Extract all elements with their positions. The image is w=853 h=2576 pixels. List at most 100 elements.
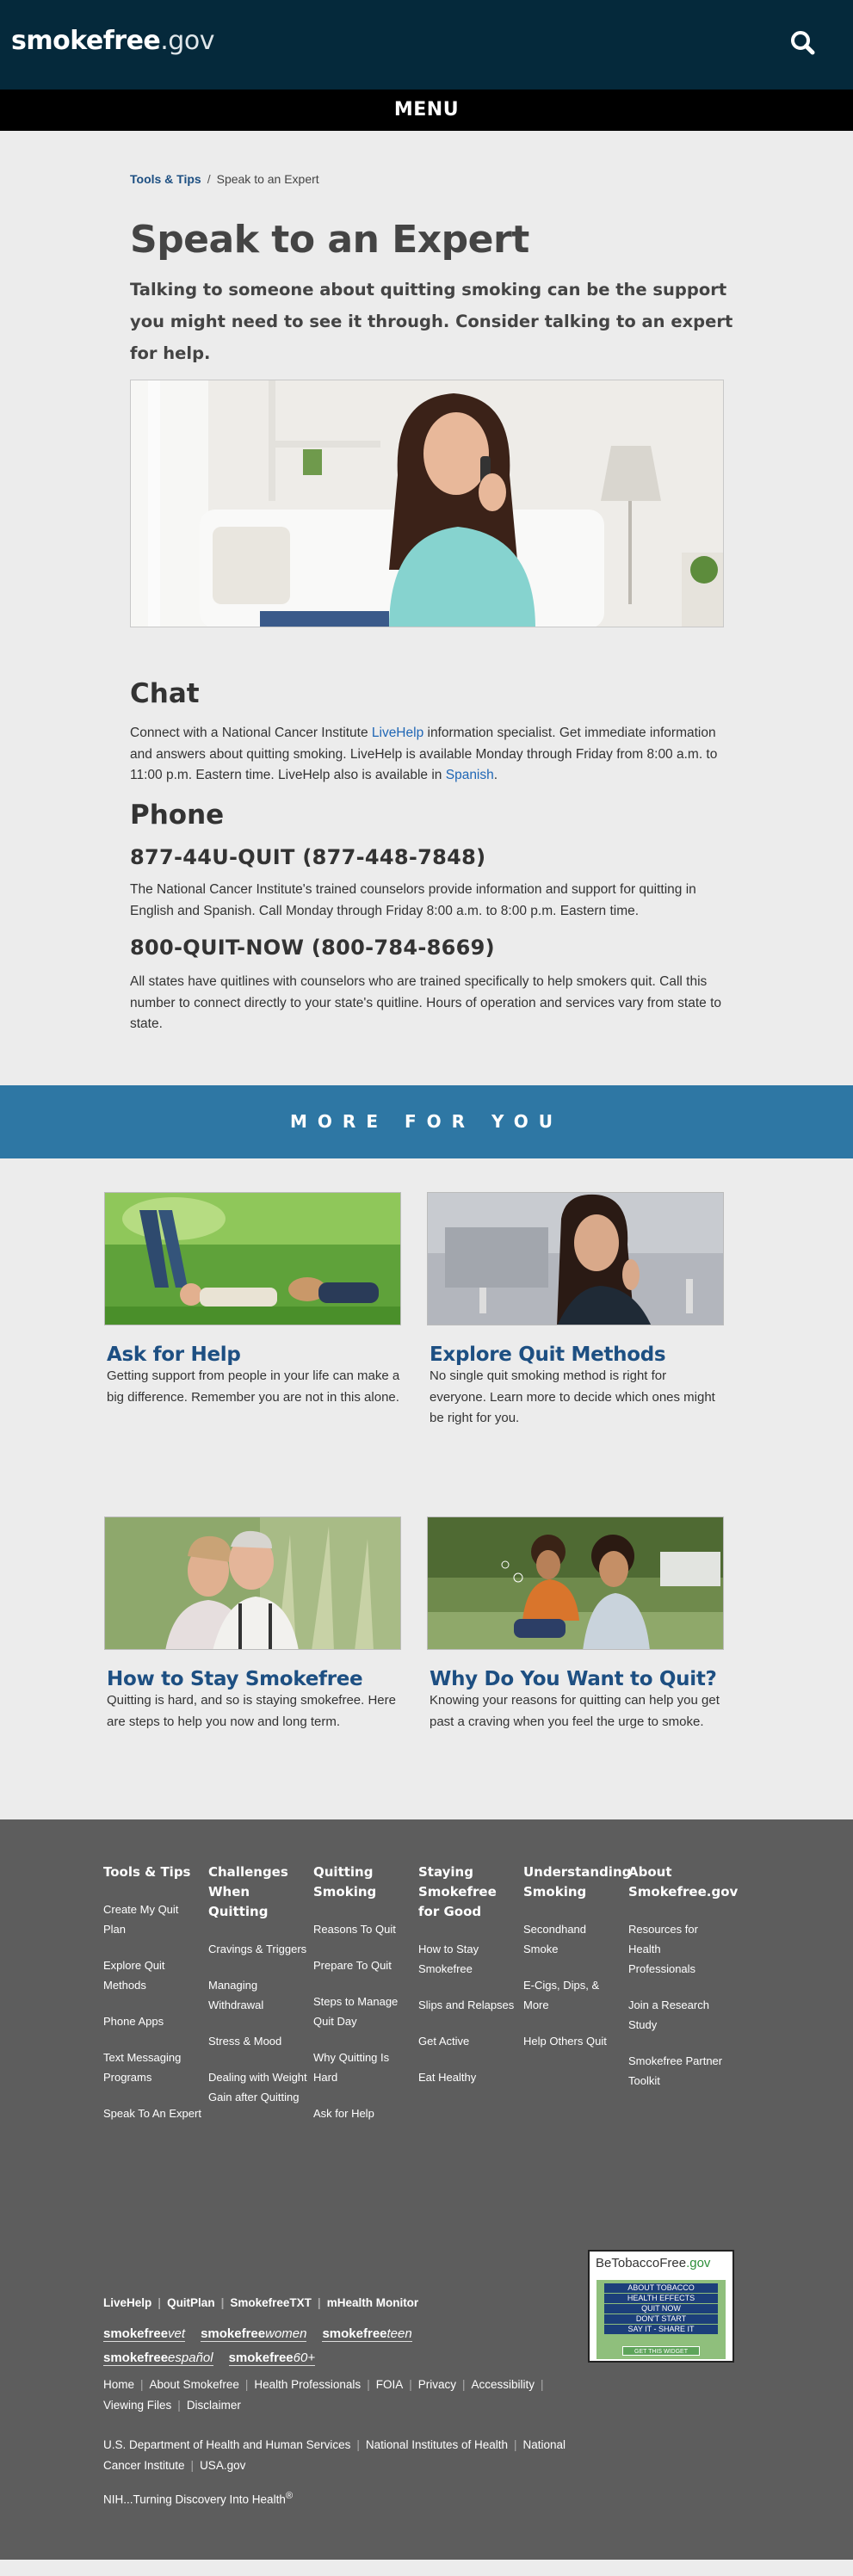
card-ask-for-help[interactable]: Ask for Help Getting support from people… [104, 1192, 401, 1408]
footer-gov-link[interactable]: National Institutes of Health [366, 2438, 508, 2451]
footer-link[interactable]: Stress & Mood [208, 2031, 307, 2051]
footer-site-link[interactable]: Privacy [418, 2378, 456, 2391]
footer-site-link[interactable]: Home [103, 2378, 134, 2391]
menu-button[interactable]: MENU [0, 90, 853, 131]
footer-link[interactable]: Speak To An Expert [103, 2103, 202, 2123]
footer-column-heading: Understanding Smoking [523, 1864, 632, 1900]
footer-link[interactable]: Secondhand Smoke [523, 1919, 622, 1959]
card-how-to-stay-smokefree[interactable]: How to Stay Smokefree Quitting is hard, … [104, 1517, 401, 1733]
footer-tagline: NIH...Turning Discovery Into Health® [103, 2491, 293, 2506]
card-description: Getting support from people in your life… [107, 1368, 400, 1405]
footer-link[interactable]: Why Quitting Is Hard [313, 2048, 412, 2087]
brand-suffix: women [265, 2326, 307, 2341]
footer-column-heading: Challenges When Quitting [208, 1864, 288, 1919]
card-title[interactable]: How to Stay Smokefree [107, 1668, 401, 1690]
card-image-mother-and-child [427, 1517, 724, 1650]
footer-site-link[interactable]: About Smokefree [150, 2378, 239, 2391]
footer-link[interactable]: Steps to Manage Quit Day [313, 1992, 412, 2031]
footer-link[interactable]: Phone Apps [103, 2011, 202, 2031]
footer-column-about: About Smokefree.gov Resources for Health… [628, 1863, 739, 2107]
brand-smokefree-teen[interactable]: smokefreeteen [322, 2326, 412, 2342]
footer-gov-link[interactable]: U.S. Department of Health and Human Serv… [103, 2438, 350, 2451]
brand-main: smokefree [103, 2351, 169, 2365]
footer-site-link[interactable]: Health Professionals [254, 2378, 361, 2391]
breadcrumb-current: Speak to an Expert [216, 172, 319, 186]
footer-site-links: Home | About Smokefree | Health Professional… [103, 2378, 544, 2412]
footer-brand-links: smokefreevet smokefreewomen smokefreeteen [103, 2326, 428, 2342]
phone-number-quit-now[interactable]: 800-QUIT-NOW (800-784-8669) [130, 936, 495, 960]
brand-smokefree-espanol[interactable]: smokefreeespañol [103, 2351, 213, 2366]
brand-smokefree-women[interactable]: smokefreewomen [201, 2326, 307, 2342]
card-title[interactable]: Ask for Help [107, 1344, 401, 1366]
brand-suffix: 60+ [293, 2351, 316, 2365]
widget-title-suffix: .gov [686, 2256, 711, 2270]
footer-link[interactable]: Text Messaging Programs [103, 2048, 202, 2087]
footer-link[interactable]: Join a Research Study [628, 1995, 727, 2035]
footer-site-link[interactable]: Accessibility [472, 2378, 535, 2391]
card-description: No single quit smoking method is right f… [430, 1368, 715, 1425]
footer-link[interactable]: Slips and Relapses [418, 1995, 517, 2015]
footer-program-link[interactable]: QuitPlan [167, 2296, 215, 2309]
footer-link[interactable]: How to Stay Smokefree [418, 1939, 517, 1979]
footer-link[interactable]: Help Others Quit [523, 2031, 622, 2051]
footer-link[interactable]: Get Active [418, 2031, 517, 2051]
footer-link[interactable]: Reasons To Quit [313, 1919, 412, 1939]
footer-site-link[interactable]: Disclaimer [187, 2399, 241, 2412]
widget-link[interactable]: SAY IT - SHARE IT [604, 2325, 718, 2334]
footer-link[interactable]: Create My Quit Plan [103, 1900, 202, 1939]
footer-program-link[interactable]: SmokefreeTXT [230, 2296, 312, 2309]
brand-main: smokefree [322, 2326, 387, 2341]
footer-link[interactable]: Eat Healthy [418, 2067, 517, 2087]
card-description: Knowing your reasons for quitting can he… [430, 1693, 720, 1729]
card-why-quit[interactable]: Why Do You Want to Quit? Knowing your re… [427, 1517, 724, 1733]
betobaccofree-widget[interactable]: BeTobaccoFree.gov ABOUT TOBACCO HEALTH E… [588, 2250, 734, 2363]
card-image-kids-on-grass [104, 1192, 401, 1325]
breadcrumb-tools-tips[interactable]: Tools & Tips [130, 172, 201, 186]
brand-smokefree-vet[interactable]: smokefreevet [103, 2326, 186, 2342]
search-icon[interactable] [788, 28, 819, 59]
footer-column-heading: About Smokefree.gov [628, 1864, 739, 1900]
card-explore-quit-methods[interactable]: Explore Quit Methods No single quit smok… [427, 1192, 724, 1430]
get-widget-button[interactable]: GET THIS WIDGET [622, 2346, 700, 2356]
footer-program-link[interactable]: LiveHelp [103, 2296, 151, 2309]
footer-program-link[interactable]: mHealth Monitor [327, 2296, 419, 2309]
footer-column-heading: Tools & Tips [103, 1864, 191, 1880]
card-title[interactable]: Why Do You Want to Quit? [430, 1668, 724, 1690]
widget-link[interactable]: DON'T START [604, 2314, 718, 2324]
widget-link[interactable]: QUIT NOW [604, 2304, 718, 2313]
footer-link[interactable]: Resources for Health Professionals [628, 1919, 727, 1979]
footer-site-link[interactable]: Viewing Files [103, 2399, 171, 2412]
brand-main: smokefree [103, 2326, 169, 2341]
footer-column-heading: Staying Smokefree for Good [418, 1864, 497, 1919]
chat-text: Connect with a National Cancer Institute [130, 726, 372, 740]
widget-link[interactable]: ABOUT TOBACCO [604, 2283, 718, 2293]
card-image-woman-outdoors [427, 1192, 724, 1325]
footer-link[interactable]: Explore Quit Methods [103, 1955, 202, 1995]
brand-smokefree-60[interactable]: smokefree60+ [228, 2351, 316, 2366]
card-title[interactable]: Explore Quit Methods [430, 1344, 724, 1366]
phone-heading: Phone [130, 800, 225, 831]
footer-link[interactable]: E-Cigs, Dips, & More [523, 1975, 622, 2015]
footer-link[interactable]: Dealing with Weight Gain after Quitting [208, 2067, 307, 2107]
brand-suffix: vet [168, 2326, 186, 2341]
footer-link[interactable]: Cravings & Triggers [208, 1939, 307, 1959]
footer-link[interactable]: Managing Withdrawal [208, 1975, 307, 2015]
footer-column-staying-smokefree: Staying Smokefree for Good How to Stay S… [418, 1863, 517, 2103]
footer-programs: LiveHelp | QuitPlan | SmokefreeTXT | mHealth M… [103, 2296, 419, 2309]
site-footer: Tools & Tips Create My Quit Plan Explore… [0, 1819, 853, 2560]
phone-number-quitline-nci[interactable]: 877-44U-QUIT (877-448-7848) [130, 845, 485, 869]
footer-column-challenges: Challenges When Quitting Cravings & Trig… [208, 1863, 307, 2123]
site-logo[interactable]: smokefree.gov [11, 26, 214, 56]
card-image-older-couple [104, 1517, 401, 1650]
spanish-link[interactable]: Spanish [446, 768, 494, 782]
phone-description-nci: The National Cancer Institute's trained … [130, 882, 696, 918]
footer-gov-link[interactable]: USA.gov [200, 2459, 245, 2472]
footer-site-link[interactable]: FOIA [376, 2378, 404, 2391]
footer-link[interactable]: Ask for Help [313, 2103, 412, 2123]
livehelp-link[interactable]: LiveHelp [372, 726, 423, 740]
footer-link[interactable]: Prepare To Quit [313, 1955, 412, 1975]
footer-link[interactable]: Smokefree Partner Toolkit [628, 2051, 727, 2091]
phone-description-state: All states have quitlines with counselor… [130, 974, 722, 1031]
widget-link[interactable]: HEALTH EFFECTS [604, 2294, 718, 2303]
brand-main: smokefree [201, 2326, 266, 2341]
